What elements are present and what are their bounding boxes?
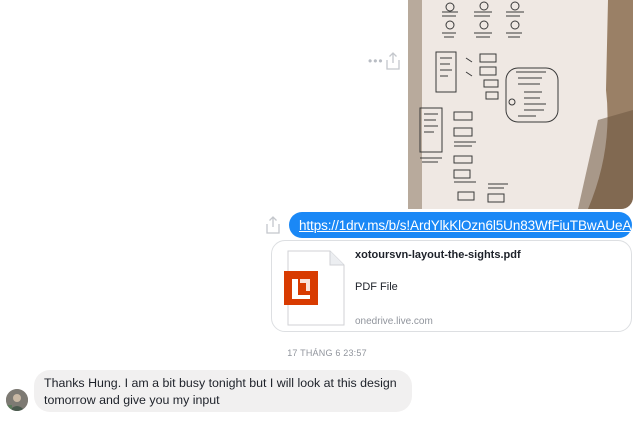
file-name[interactable]: xotoursvn-layout-the-sights.pdf [355, 249, 521, 261]
ellipsis-icon[interactable]: ••• [368, 55, 384, 67]
received-message: Thanks Hung. I am a bit busy tonight but… [34, 370, 412, 412]
file-type: PDF File [355, 281, 398, 293]
pdf-file-icon [282, 249, 348, 327]
file-preview-card[interactable]: xotoursvn-layout-the-sights.pdf PDF File… [271, 240, 632, 332]
sent-link-message: https://1drv.ms/b/s!ArdYlkKlOzn6l5Un83Wf… [289, 212, 632, 238]
share-icon[interactable] [386, 52, 400, 70]
shared-link[interactable]: https://1drv.ms/b/s!ArdYlkKlOzn6l5Un83Wf… [299, 218, 631, 233]
share-icon[interactable] [266, 216, 280, 234]
avatar[interactable] [6, 389, 28, 411]
sketch-photo [408, 0, 633, 209]
photo-message-actions: ••• [368, 50, 404, 72]
file-host: onedrive.live.com [355, 316, 433, 327]
sketch-photo-attachment[interactable] [408, 0, 633, 209]
timestamp-divider: 17 THÁNG 6 23:57 [287, 348, 367, 358]
